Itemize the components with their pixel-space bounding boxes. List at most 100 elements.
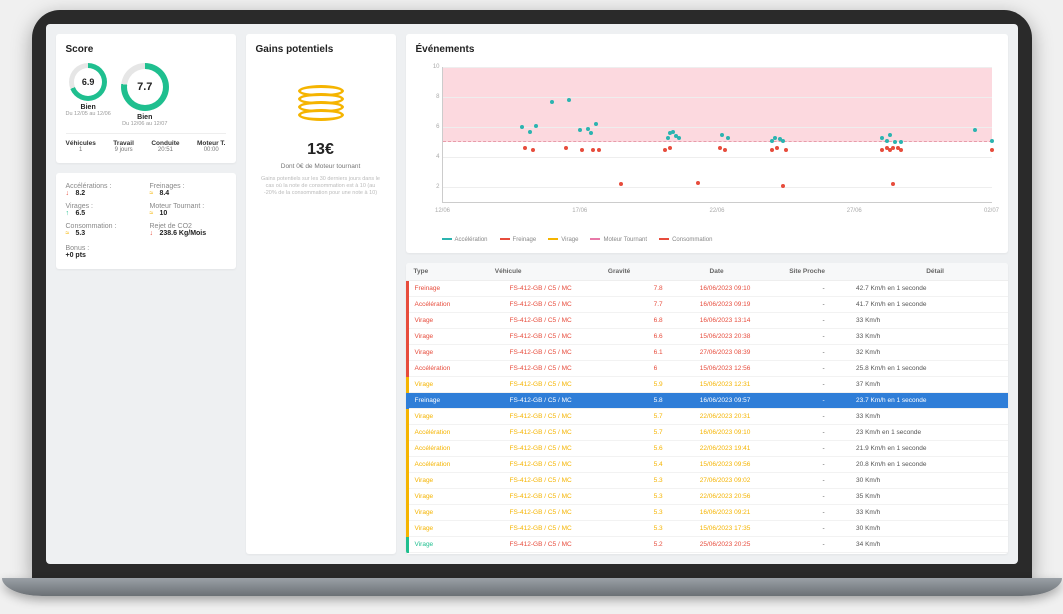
chart-point[interactable] [720,133,724,137]
chart-point[interactable] [990,139,994,143]
score-stat: Conduite20:51 [151,140,179,153]
score-panel: Score 6.9 Bien Du 12/05 au 12/06 7.7 Bie… [56,34,236,163]
chart-point[interactable] [580,148,584,152]
table-row[interactable]: VirageFS-412-GB / C5 / MC6.127/06/2023 0… [407,345,1008,361]
legend-item[interactable]: Freinage [500,237,537,243]
chart-legend: Accélération Freinage Virage Moteur Tournan… [416,233,998,243]
chart-point[interactable] [696,181,700,185]
gains-amount: 13€ [256,141,386,159]
chart-point[interactable] [784,148,788,152]
chart-point[interactable] [564,146,568,150]
legend-item[interactable]: Accélération [442,237,488,243]
chart-point[interactable] [663,148,667,152]
table-row[interactable]: VirageFS-412-GB / C5 / MC5.225/06/2023 2… [407,537,1008,553]
chart-point[interactable] [891,146,895,150]
chart-point[interactable] [534,124,538,128]
chart-point[interactable] [597,148,601,152]
chart-point[interactable] [550,100,554,104]
table-header[interactable]: Gravité [600,263,702,281]
events-title: Événements [416,44,998,55]
chart-point[interactable] [718,146,722,150]
table-row[interactable]: FreinageFS-412-GB / C5 / MC5.816/06/2023… [407,393,1008,409]
table-row[interactable]: VirageFS-412-GB / C5 / MC5.315/06/2023 1… [407,521,1008,537]
chart-point[interactable] [528,130,532,134]
table-row[interactable]: VirageFS-412-GB / C5 / MC5.722/06/2023 2… [407,409,1008,425]
chart-point[interactable] [880,148,884,152]
table-row[interactable]: VirageFS-412-GB / C5 / MC5.322/06/2023 2… [407,489,1008,505]
table-row[interactable]: AccélérationFS-412-GB / C5 / MC5.415/06/… [407,457,1008,473]
table-row[interactable]: VirageFS-412-GB / C5 / MC5.915/06/2023 1… [407,377,1008,393]
laptop-hinge [2,578,1062,596]
chart-point[interactable] [531,148,535,152]
chart-point[interactable] [520,125,524,129]
score-stats-row: Véhicules1 Travail9 jours Conduite20:51 Mot… [66,133,226,153]
score-stat: Travail9 jours [113,140,134,153]
chart-point[interactable] [888,133,892,137]
chart-point[interactable] [589,131,593,135]
bonus-value: +0 pts [66,252,226,259]
metrics-panel: Accélérations :↓ 8.2Freinages :≈ 8.4Vira… [56,173,236,269]
table-row[interactable]: AccélérationFS-412-GB / C5 / MC5.622/06/… [407,441,1008,457]
table-header[interactable]: Véhicule [487,263,600,281]
table-header[interactable]: Site Proche [781,263,918,281]
table-header[interactable]: Détail [918,263,1007,281]
chart-point[interactable] [567,98,571,102]
events-chart[interactable]: 24681012/0617/0622/0627/0602/07 [442,67,992,203]
table-row[interactable]: VirageFS-412-GB / C5 / MC5.316/06/2023 0… [407,505,1008,521]
table-row[interactable]: VirageFS-412-GB / C5 / MC6.615/06/2023 2… [407,329,1008,345]
chart-point[interactable] [671,130,675,134]
chart-point[interactable] [899,148,903,152]
chart-point[interactable] [893,140,897,144]
metric-item: Freinages :≈ 8.4 [150,183,226,197]
chart-point[interactable] [773,136,777,140]
chart-point[interactable] [677,136,681,140]
chart-point[interactable] [619,182,623,186]
chart-point[interactable] [594,122,598,126]
chart-point[interactable] [668,146,672,150]
chart-point[interactable] [770,148,774,152]
score-gauge-prev: 6.9 Bien Du 12/05 au 12/06 [66,63,111,117]
gains-subtext: Dont 0€ de Moteur tournant [256,163,386,170]
score-title: Score [66,44,226,55]
chart-point[interactable] [885,139,889,143]
table-row[interactable]: FreinageFS-412-GB / C5 / MC7.816/06/2023… [407,281,1008,297]
table-row[interactable]: AccélérationFS-412-GB / C5 / MC615/06/20… [407,361,1008,377]
table-header[interactable]: Type [406,263,487,281]
chart-point[interactable] [781,139,785,143]
chart-point[interactable] [726,136,730,140]
table-row[interactable]: AccélérationFS-412-GB / C5 / MC5.716/06/… [407,425,1008,441]
table-header[interactable]: Date [702,263,782,281]
table-row[interactable]: VirageFS-412-GB / C5 / MC6.816/06/2023 1… [407,313,1008,329]
table-row[interactable]: AccélérationFS-412-GB / C5 / MC7.716/06/… [407,297,1008,313]
metric-item: Accélérations :↓ 8.2 [66,183,142,197]
coins-icon [298,85,344,131]
score-gauge-curr: 7.7 Bien Du 12/06 au 12/07 [121,63,169,127]
gains-panel: Gains potentiels 13€ Dont 0€ de Moteur t… [246,34,396,554]
chart-point[interactable] [591,148,595,152]
chart-point[interactable] [899,140,903,144]
chart-point[interactable] [666,136,670,140]
metric-item: Rejet de CO2↓ 238.6 Kg/Mois [150,223,226,237]
chart-point[interactable] [781,184,785,188]
metric-item: Moteur Tournant :≈ 10 [150,203,226,217]
events-panel: Événements 24681012/0617/0622/0627/0602/… [406,34,1008,253]
chart-point[interactable] [880,136,884,140]
score-stat: Moteur T.00:00 [197,140,226,153]
legend-item[interactable]: Virage [548,237,578,243]
chart-point[interactable] [723,148,727,152]
metric-item: Consommation :≈ 5.3 [66,223,142,237]
legend-item[interactable]: Moteur Tournant [590,237,647,243]
chart-point[interactable] [973,128,977,132]
dashboard-screen: Score 6.9 Bien Du 12/05 au 12/06 7.7 Bie… [46,24,1018,564]
gains-description: Gains potentiels sur les 30 derniers jou… [256,176,386,197]
chart-point[interactable] [586,127,590,131]
chart-point[interactable] [523,146,527,150]
chart-point[interactable] [990,148,994,152]
gains-title: Gains potentiels [256,44,386,55]
table-row[interactable]: VirageFS-412-GB / C5 / MC5.327/06/2023 0… [407,473,1008,489]
chart-point[interactable] [578,128,582,132]
chart-point[interactable] [891,182,895,186]
score-stat: Véhicules1 [66,140,96,153]
chart-point[interactable] [775,146,779,150]
legend-item[interactable]: Consommation [659,237,712,243]
